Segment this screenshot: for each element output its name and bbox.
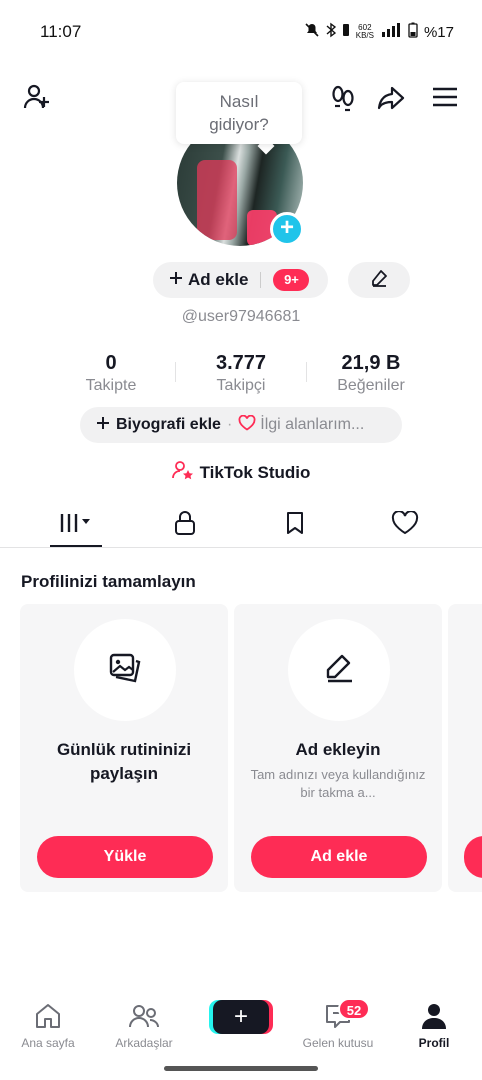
profile-icon xyxy=(386,1000,482,1032)
status-tooltip[interactable]: Nasıl gidiyor? xyxy=(176,82,302,144)
plus-icon xyxy=(96,416,110,435)
nav-profile[interactable]: Profil xyxy=(386,1000,482,1050)
lock-icon xyxy=(173,510,197,541)
battery-icon xyxy=(408,22,418,42)
heart-icon xyxy=(391,509,419,540)
add-friend-icon[interactable] xyxy=(20,80,54,114)
stat-following[interactable]: 0 Takipte xyxy=(51,352,171,395)
card-next-peek[interactable] xyxy=(448,604,482,892)
bluetooth-icon xyxy=(326,22,336,42)
create-button[interactable]: + xyxy=(213,1000,269,1034)
home-icon xyxy=(0,1000,96,1032)
photo-icon xyxy=(108,652,142,689)
create-icon: + xyxy=(233,1003,248,1030)
bottom-nav: Ana sayfa Arkadaşlar + Gelen kutusu Prof… xyxy=(0,996,482,1056)
studio-user-icon xyxy=(171,460,194,485)
status-icons: 602 KB/S %17 xyxy=(304,22,454,42)
card-title: Ad ekleyin xyxy=(295,740,381,759)
plus-icon xyxy=(169,270,183,290)
net-speed: 602 KB/S xyxy=(355,23,374,40)
add-bio-button[interactable]: Biyografi ekle xyxy=(116,416,221,434)
status-bar: 11:07 602 KB/S %17 xyxy=(0,0,482,64)
share-icon[interactable] xyxy=(374,80,408,114)
stat-likes[interactable]: 21,9 B Beğeniler xyxy=(311,352,431,395)
upload-button[interactable]: Yükle xyxy=(37,836,213,878)
tab-saved[interactable] xyxy=(265,506,325,544)
nav-friends[interactable]: Arkadaşlar xyxy=(96,1000,192,1050)
stat-followers[interactable]: 3.777 Takipçi xyxy=(181,352,301,395)
tab-private[interactable] xyxy=(155,506,215,544)
inbox-badge: 52 xyxy=(338,998,370,1020)
bio-interests-row[interactable]: Biyografi ekle · İlgi alanlarım... xyxy=(80,407,402,443)
footprint-icon[interactable] xyxy=(326,80,360,114)
add-name-label: Ad ekle xyxy=(188,270,249,289)
card-add-name[interactable]: Ad ekleyin Tam adınızı veya kullandığını… xyxy=(234,604,442,892)
nav-home[interactable]: Ana sayfa xyxy=(0,1000,96,1050)
card-title: Günlük rutininizi paylaşın xyxy=(56,740,192,783)
add-avatar-button[interactable]: + xyxy=(270,212,304,246)
grid-icon xyxy=(56,511,96,540)
vibrate-icon xyxy=(342,23,350,41)
add-name-card-button[interactable]: Ad ekle xyxy=(251,836,427,878)
pencil-icon xyxy=(322,652,356,689)
tab-videos[interactable] xyxy=(46,506,106,544)
interests-button[interactable]: İlgi alanlarım... xyxy=(260,416,364,434)
card-share-routine[interactable]: Günlük rutininizi paylaşın Yükle xyxy=(20,604,228,892)
friends-icon xyxy=(96,1000,192,1032)
card-description: Tam adınızı veya kullandığınız bir takma… xyxy=(250,767,426,800)
home-indicator[interactable] xyxy=(164,1066,318,1071)
edit-profile-button[interactable] xyxy=(348,262,410,298)
heart-icon xyxy=(238,414,256,436)
pencil-icon xyxy=(369,268,389,293)
tiktok-studio-link[interactable]: TikTok Studio xyxy=(0,460,482,485)
menu-icon[interactable] xyxy=(428,80,462,114)
tab-liked[interactable] xyxy=(375,506,435,544)
profile-tabs xyxy=(0,500,482,548)
bookmark-icon xyxy=(284,510,306,541)
mute-icon xyxy=(304,22,320,42)
section-title: Profilinizi tamamlayın xyxy=(21,572,196,591)
tab-active-indicator xyxy=(50,545,102,547)
notification-badge: 9+ xyxy=(273,269,310,291)
signal-icon xyxy=(380,23,402,41)
studio-label: TikTok Studio xyxy=(199,462,311,482)
status-time: 11:07 xyxy=(40,22,82,41)
username: @user97946681 xyxy=(181,308,301,325)
add-name-button[interactable]: Ad ekle 9+ xyxy=(153,262,328,298)
battery-level: %17 xyxy=(423,23,454,41)
